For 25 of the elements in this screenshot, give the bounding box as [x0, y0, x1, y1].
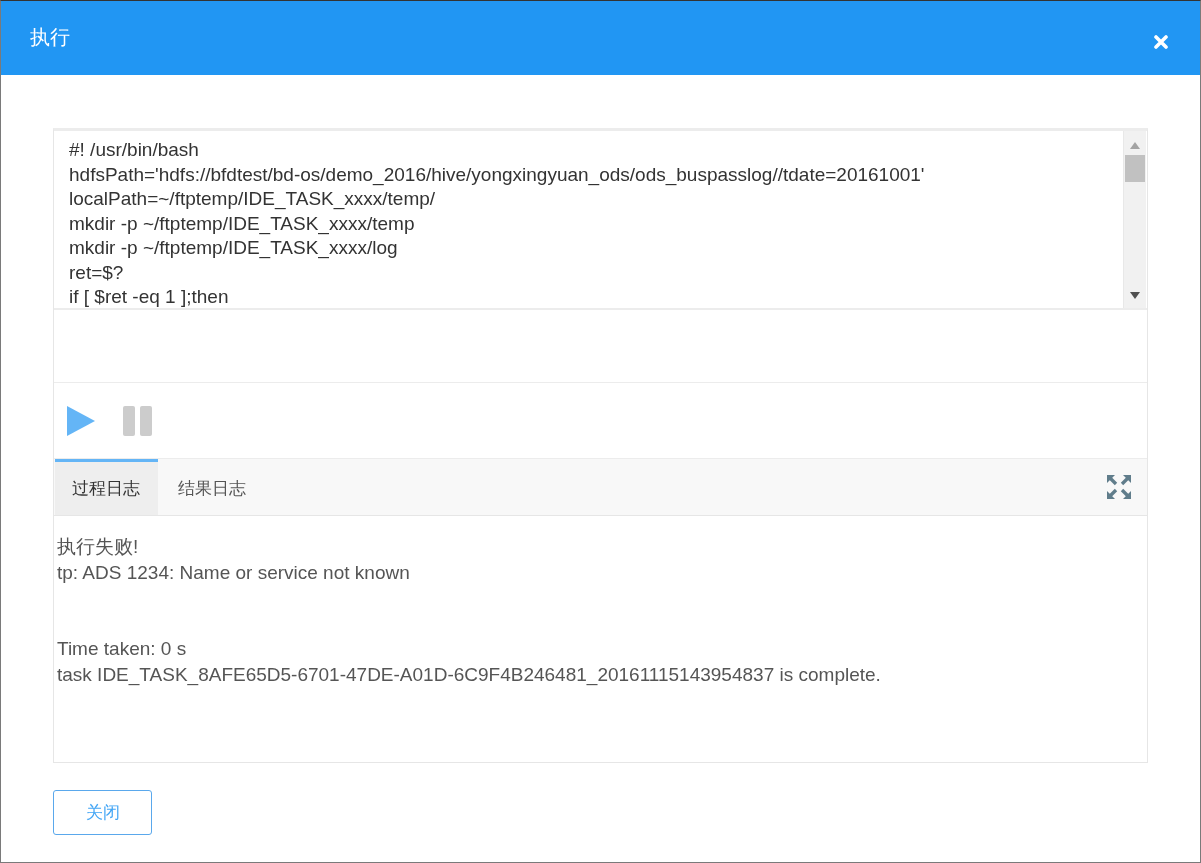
log-line: task IDE_TASK_8AFE65D5-6701-47DE-A01D-6C9F4B246481_20161115143954837 is complete. — [57, 662, 881, 687]
scrollbar[interactable] — [1123, 131, 1146, 308]
close-icon — [1154, 35, 1168, 49]
code-line: hdfsPath='hdfs://bfdtest/bd-os/demo_2016/hive/yongxingyuan_ods/ods_buspasslog//tdate=20161001' — [69, 162, 925, 187]
dialog-title: 执行 — [30, 25, 70, 50]
scroll-up-icon[interactable] — [1130, 142, 1140, 149]
play-button[interactable] — [67, 405, 95, 436]
code-line: #! /usr/bin/bash — [69, 138, 199, 162]
log-line: tp: ADS 1234: Name or service not known — [57, 560, 410, 585]
close-button[interactable] — [1154, 35, 1168, 49]
log-tab[interactable]: 过程日志 — [55, 459, 158, 515]
pause-icon — [123, 405, 153, 436]
code-line: localPath=~/ftptemp/IDE_TASK_xxxx/temp/ — [69, 187, 436, 212]
play-icon — [67, 405, 95, 436]
scroll-down-icon[interactable] — [1130, 292, 1140, 299]
code-line: if [ $ret -eq 1 ];then — [69, 285, 229, 308]
log-tab[interactable]: 结果日志 — [161, 459, 264, 515]
log-line: Time taken: 0 s — [57, 637, 187, 661]
code-line: mkdir -p ~/ftptemp/IDE_TASK_xxxx/log — [69, 236, 398, 261]
code-line: ret=$? — [69, 260, 124, 285]
fullscreen-icon[interactable] — [1107, 475, 1131, 499]
code-line: mkdir -p ~/ftptemp/IDE_TASK_xxxx/temp — [69, 211, 415, 236]
input-field[interactable] — [54, 308, 1147, 383]
log-line: 执行失败! — [57, 535, 139, 559]
scrollbar-thumb[interactable] — [1125, 155, 1145, 182]
